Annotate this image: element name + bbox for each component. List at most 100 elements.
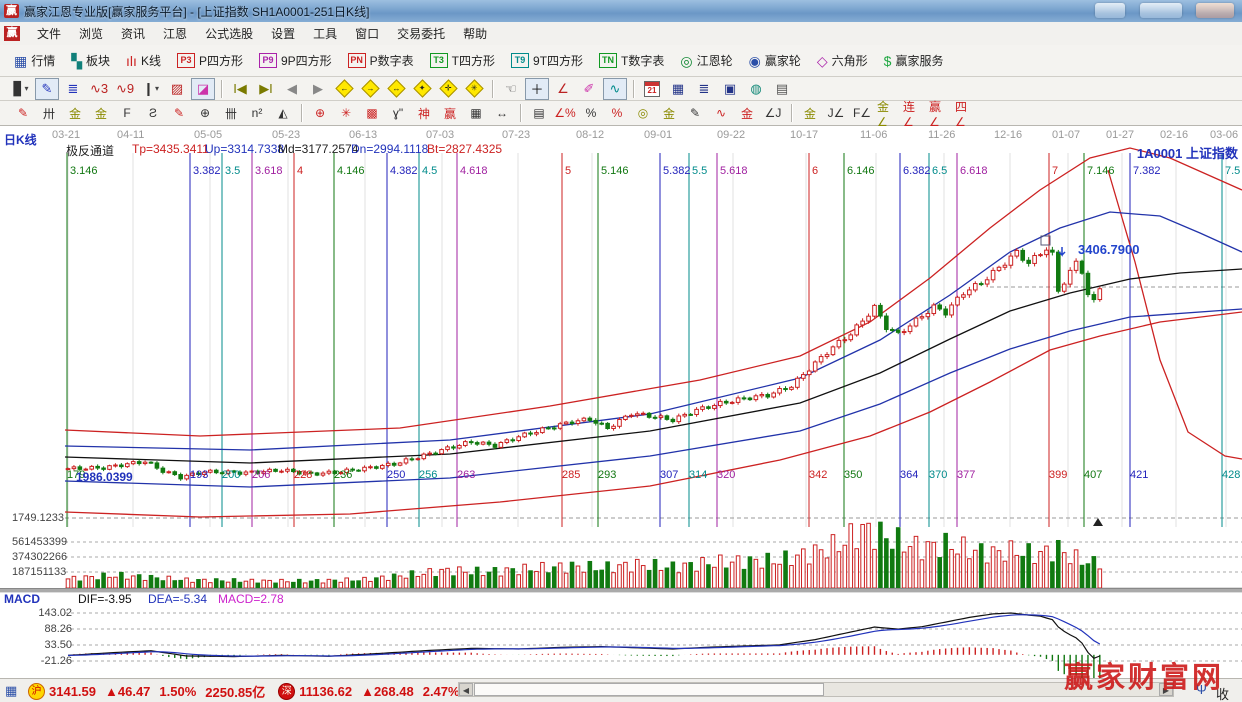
draw-tool-28-button[interactable]: ✎ [683,102,707,124]
draw-tool-17-button[interactable]: 神 [412,102,436,124]
gann-expand-button[interactable]: ↔ [384,78,408,100]
draw-tool-38-button[interactable]: 赢∠ [928,102,952,124]
draw-tool-9-button[interactable]: 卌 [219,102,243,124]
crosshair-tool-button[interactable]: ＋ [525,78,549,100]
minimize-button[interactable] [1095,3,1125,18]
menu-item-8[interactable]: 窗口 [346,22,388,45]
draw-tool-31-button[interactable]: ∠J [761,102,785,124]
color-chart-button[interactable]: ◪ [191,78,215,100]
draw-tool-6-button[interactable]: Ƨ [141,102,165,124]
draw-tool-button[interactable]: ✐ [577,78,601,100]
toolbar-button-9T四方形[interactable]: T99T四方形 [503,48,591,73]
draw-tool-13-button[interactable]: ⊕ [308,102,332,124]
draw-tool-2-button[interactable]: 卅 [37,102,61,124]
toolbar-button-板块[interactable]: ▚板块 [63,48,118,73]
gann-left-button[interactable]: ← [332,78,356,100]
save-button[interactable]: ▣ [718,78,742,100]
draw-tool-10-button[interactable]: n² [245,102,269,124]
calendar-button[interactable]: 21 [640,78,664,100]
angle-tool-button[interactable]: ∠ [551,78,575,100]
toolbar-button-六角形[interactable]: ◇六角形 [809,48,876,73]
gann-cross-button[interactable]: ✛ [436,78,460,100]
draw-tool-18-button[interactable]: 赢 [438,102,462,124]
wave-3-button[interactable]: ∿3 [87,78,111,100]
draw-tool-26-button[interactable]: ◎ [631,102,655,124]
candle-style-button[interactable]: ▊▾ [9,78,33,100]
draw-tool-16-button[interactable]: ɣ" [386,102,410,124]
draw-tool-35-button[interactable]: F∠ [850,102,874,124]
toolbar-button-T数字表[interactable]: TNT数字表 [591,48,672,73]
web-button[interactable]: ◍ [744,78,768,100]
draw-tool-29-button[interactable]: ∿ [709,102,733,124]
chart-region[interactable]: 03-2104-1105-0505-2306-1307-0307-2308-12… [0,126,1242,678]
pattern-button[interactable]: ▨ [165,78,189,100]
prev-button[interactable]: ◀ [280,78,304,100]
draw-tool-37-button[interactable]: 连∠ [902,102,926,124]
toolbar-button-行情[interactable]: ▦行情 [6,48,63,73]
sh-index-change: ▲46.47 [105,684,150,699]
print-button[interactable]: ▤ [770,78,794,100]
draw-tool-14-button[interactable]: ✳ [334,102,358,124]
menu-item-5[interactable]: 公式选股 [196,22,262,45]
wave-9-button[interactable]: ∿9 [113,78,137,100]
notes-button[interactable]: ≣ [692,78,716,100]
toolbar-button-P数字表[interactable]: PNP数字表 [340,48,422,73]
toolbar-button-P四方形[interactable]: P3P四方形 [169,48,251,73]
draw-tool-27-button[interactable]: 金 [657,102,681,124]
indicator-edit-button[interactable]: ✎ [35,78,59,100]
first-button[interactable]: I◀ [228,78,252,100]
gann-star-button[interactable]: ✳ [462,78,486,100]
draw-tool-5-button[interactable]: F [115,102,139,124]
menu-item-3[interactable]: 资讯 [112,22,154,45]
toolbar-button-K线[interactable]: ılıK线 [118,48,169,73]
scroll-left-arrow[interactable]: ◀ [459,683,473,696]
draw-tool-22-button[interactable]: ▤ [527,102,551,124]
hand-tool-button[interactable]: ☜ [499,78,523,100]
toolbar-button-赢家服务[interactable]: $赢家服务 [876,48,952,73]
menu-item-4[interactable]: 江恩 [154,22,196,45]
draw-tool-15-button[interactable]: ▩ [360,102,384,124]
draw-tool-30-button[interactable]: 金 [735,102,759,124]
draw-tool-25-button[interactable]: % [605,102,629,124]
scroll-right-arrow[interactable]: ▶ [1159,683,1173,696]
menu-item-6[interactable]: 设置 [262,22,304,45]
quote-grid-icon[interactable]: ▦ [5,684,21,698]
draw-tool-3-button[interactable]: 金 [63,102,87,124]
bar-style-button[interactable]: ❙▾ [139,78,163,100]
draw-tool-24-button[interactable]: % [579,102,603,124]
menu-item-2[interactable]: 浏览 [70,22,112,45]
menu-item-10[interactable]: 帮助 [454,22,496,45]
list-button[interactable]: ≣ [61,78,85,100]
calculator-button[interactable]: ▦ [666,78,690,100]
menu-item-9[interactable]: 交易委托 [388,22,454,45]
gann-node-button[interactable]: ✦ [410,78,434,100]
draw-tool-39-button[interactable]: 四∠ [954,102,978,124]
close-button[interactable] [1196,3,1234,18]
draw-tool-8-button[interactable]: ⊕ [193,102,217,124]
toolbar-button-江恩轮[interactable]: ◎江恩轮 [672,48,740,73]
draw-tool-23-button[interactable]: ∠% [553,102,577,124]
last-button[interactable]: ▶I [254,78,278,100]
draw-tool-7-button[interactable]: ✎ [167,102,191,124]
scroll-thumb[interactable] [474,683,824,696]
draw-tool-1-button[interactable]: ✎ [11,102,35,124]
draw-tool-34-button[interactable]: J∠ [824,102,848,124]
toolbar-button-T四方形[interactable]: T3T四方形 [422,48,503,73]
curve-tool-button[interactable]: ∿ [603,78,627,100]
next-button[interactable]: ▶ [306,78,330,100]
horizontal-scrollbar[interactable]: ◀ ▶ [458,682,1174,697]
draw-tool-4-button[interactable]: 金 [89,102,113,124]
gann-right-button[interactable]: → [358,78,382,100]
draw-tool-38-icon: 赢∠ [929,98,951,129]
toolbar-button-9P四方形[interactable]: P99P四方形 [251,48,340,73]
draw-tool-33-button[interactable]: 金 [798,102,822,124]
draw-tool-36-button[interactable]: 金∠ [876,102,900,124]
draw-tool-11-button[interactable]: ◭ [271,102,295,124]
toolbar-button-赢家轮[interactable]: ◉赢家轮 [741,48,809,73]
menu-item-1[interactable]: 文件 [28,22,70,45]
price-axis-label: 1749.1233 [12,512,64,524]
menu-item-7[interactable]: 工具 [304,22,346,45]
draw-tool-20-button[interactable]: ↔ [490,102,514,124]
maximize-button[interactable] [1140,3,1182,18]
draw-tool-19-button[interactable]: ▦ [464,102,488,124]
